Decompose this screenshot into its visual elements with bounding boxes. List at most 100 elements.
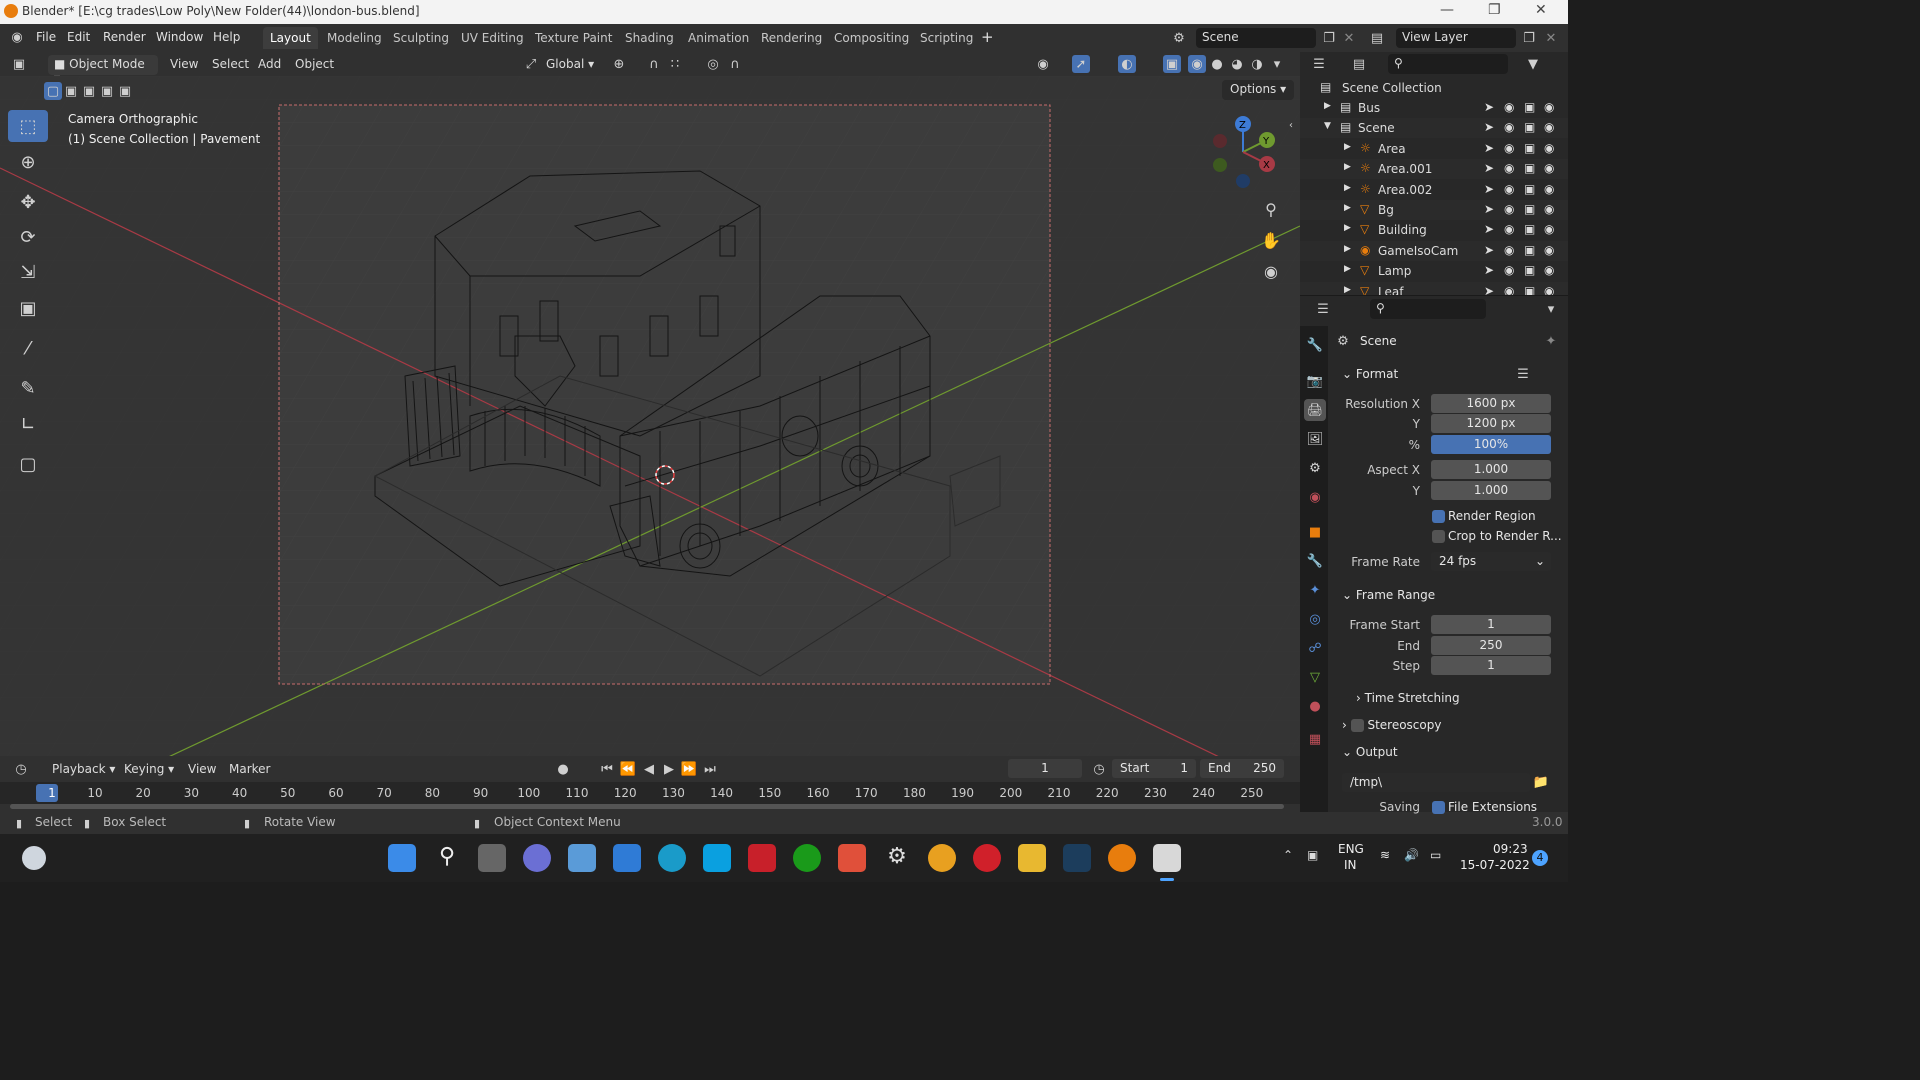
- select-icon[interactable]: ➤: [1484, 100, 1494, 114]
- active-app-icon[interactable]: [1153, 844, 1181, 872]
- solid-shading-icon[interactable]: ●: [1208, 55, 1226, 73]
- folder-icon[interactable]: 📁: [1532, 773, 1550, 791]
- monitor-icon[interactable]: ▣: [1524, 202, 1535, 216]
- outliner-search-input[interactable]: ⚲: [1388, 54, 1508, 74]
- menu-render[interactable]: Render: [103, 30, 146, 44]
- outliner-row[interactable]: ▶ ▽ Bg ➤ ◉ ▣ ◉: [1300, 200, 1568, 220]
- eye-icon[interactable]: ◉: [1504, 100, 1514, 114]
- res-pct-field[interactable]: 100%: [1431, 435, 1551, 454]
- chevron-right-icon[interactable]: ▶: [1344, 183, 1351, 193]
- outliner-row[interactable]: ▶ ▽ Lamp ➤ ◉ ▣ ◉: [1300, 261, 1568, 281]
- wifi-icon[interactable]: ≋: [1380, 848, 1390, 862]
- crop-checkbox[interactable]: [1432, 530, 1445, 543]
- outliner-row[interactable]: ▶ ☼ Area.001 ➤ ◉ ▣ ◉: [1300, 159, 1568, 180]
- outliner-row[interactable]: ▶ ◉ GameIsoCam ➤ ◉ ▣ ◉: [1300, 240, 1568, 261]
- overlay-toggle-icon[interactable]: ◐: [1118, 55, 1136, 73]
- select-subtract-icon[interactable]: ▣: [80, 82, 98, 100]
- chevron-right-icon[interactable]: ▶: [1344, 285, 1351, 295]
- outliner-root[interactable]: ▤ Scene Collection: [1300, 78, 1568, 98]
- eye-icon[interactable]: ◉: [1504, 182, 1514, 196]
- l-app-icon[interactable]: [703, 844, 731, 872]
- tab-animation[interactable]: Animation: [681, 27, 756, 49]
- filter-icon[interactable]: ▼: [1524, 55, 1542, 73]
- editor-type-icon[interactable]: ▣: [10, 55, 28, 73]
- select-icon[interactable]: ➤: [1484, 202, 1494, 216]
- current-frame-field[interactable]: 1: [1008, 759, 1082, 778]
- camera-icon[interactable]: ◉: [1544, 120, 1554, 134]
- delete-scene-icon[interactable]: ✕: [1340, 29, 1358, 47]
- particles-tab-icon[interactable]: ✦: [1304, 579, 1326, 601]
- tab-compositing[interactable]: Compositing: [827, 27, 916, 49]
- menu-marker[interactable]: Marker: [223, 760, 276, 780]
- clock-time[interactable]: 09:23: [1493, 842, 1528, 856]
- view-layer-icon[interactable]: ▤: [1368, 29, 1386, 47]
- jump-start-icon[interactable]: ⏮: [598, 760, 616, 778]
- select-icon[interactable]: ➤: [1484, 182, 1494, 196]
- menu-file[interactable]: File: [36, 30, 56, 44]
- visibility-icon[interactable]: ◉: [1034, 55, 1052, 73]
- menu-edit[interactable]: Edit: [67, 30, 90, 44]
- tool-tab-icon[interactable]: 🔧: [1304, 334, 1326, 356]
- clock-date[interactable]: 15-07-2022: [1460, 858, 1530, 872]
- cursor-tool-icon[interactable]: ⊕: [8, 146, 48, 178]
- timeline-editor-type-icon[interactable]: ◷: [12, 760, 30, 778]
- data-tab-icon[interactable]: ▽: [1304, 666, 1326, 688]
- tab-rendering[interactable]: Rendering: [754, 27, 829, 49]
- terminal-app-icon[interactable]: [1063, 844, 1091, 872]
- monitor-icon[interactable]: ▣: [1524, 263, 1535, 277]
- presets-list-icon[interactable]: ☰: [1514, 365, 1532, 383]
- render-region-checkbox[interactable]: [1432, 510, 1445, 523]
- texture-tab-icon[interactable]: ▦: [1304, 728, 1326, 750]
- select-icon[interactable]: ➤: [1484, 141, 1494, 155]
- scene-tab-icon[interactable]: ⚙: [1304, 457, 1326, 479]
- select-icon[interactable]: ➤: [1484, 243, 1494, 257]
- pivot-icon[interactable]: ⊕: [610, 55, 628, 73]
- weather-icon[interactable]: [22, 846, 46, 870]
- camera-icon[interactable]: ◉: [1544, 182, 1554, 196]
- opera-icon[interactable]: [973, 844, 1001, 872]
- close-icon[interactable]: ✕: [1535, 2, 1547, 18]
- tab-sculpting[interactable]: Sculpting: [386, 27, 456, 49]
- clock-icon[interactable]: ◷: [1090, 760, 1108, 778]
- play-reverse-icon[interactable]: ◀: [640, 760, 658, 778]
- properties-search-input[interactable]: ⚲: [1370, 299, 1486, 319]
- frame-start-field[interactable]: 1: [1431, 615, 1551, 634]
- tab-shading[interactable]: Shading: [618, 27, 681, 49]
- monitor-icon[interactable]: ▣: [1524, 120, 1535, 134]
- auto-keying-icon[interactable]: ●: [554, 760, 572, 778]
- select-icon[interactable]: ➤: [1484, 222, 1494, 236]
- select-new-icon[interactable]: ▢: [44, 82, 62, 100]
- annotate-line-tool-icon[interactable]: ✎: [8, 372, 48, 404]
- res-y-field[interactable]: 1200 px: [1431, 414, 1551, 433]
- chevron-down-icon[interactable]: ▼: [1324, 121, 1331, 131]
- snap-target-icon[interactable]: ∷: [666, 55, 684, 73]
- monitor-icon[interactable]: ▣: [1524, 100, 1535, 114]
- chevron-right-icon[interactable]: ▶: [1344, 162, 1351, 172]
- outliner-editor-type-icon[interactable]: ☰: [1310, 55, 1328, 73]
- select-icon[interactable]: ➤: [1484, 120, 1494, 134]
- outliner-row[interactable]: ▼ ▤ Scene ➤ ◉ ▣ ◉: [1300, 118, 1568, 139]
- language-label[interactable]: ENG: [1338, 842, 1364, 856]
- xray-toggle-icon[interactable]: ▣: [1163, 55, 1181, 73]
- chevron-up-icon[interactable]: ⌃: [1283, 848, 1293, 862]
- material-shading-icon[interactable]: ◕: [1228, 55, 1246, 73]
- camera-icon[interactable]: ◉: [1544, 161, 1554, 175]
- maximize-icon[interactable]: ❐: [1488, 2, 1501, 18]
- snap-icon[interactable]: ∩: [645, 55, 663, 73]
- frame-range-panel-header[interactable]: ⌄ Frame Range: [1342, 588, 1435, 602]
- eye-icon[interactable]: ◉: [1504, 263, 1514, 277]
- tab-modeling[interactable]: Modeling: [320, 27, 389, 49]
- jump-prev-key-icon[interactable]: ⏪: [619, 760, 637, 778]
- res-x-field[interactable]: 1600 px: [1431, 394, 1551, 413]
- display-mode-icon[interactable]: ▤: [1350, 55, 1368, 73]
- end-frame-field[interactable]: End 250: [1200, 759, 1284, 778]
- material-tab-icon[interactable]: ●: [1304, 695, 1326, 717]
- modifier-tab-icon[interactable]: 🔧: [1304, 550, 1326, 572]
- properties-editor-type-icon[interactable]: ☰: [1314, 300, 1332, 318]
- frame-end-field[interactable]: 250: [1431, 636, 1551, 655]
- zoom-icon[interactable]: ⚲: [1262, 200, 1280, 219]
- view-layer-tab-icon[interactable]: 🖼: [1304, 428, 1326, 450]
- file-explorer-icon[interactable]: [1018, 844, 1046, 872]
- pin-icon[interactable]: ✦: [1542, 332, 1560, 350]
- stereoscopy-checkbox[interactable]: [1350, 719, 1364, 732]
